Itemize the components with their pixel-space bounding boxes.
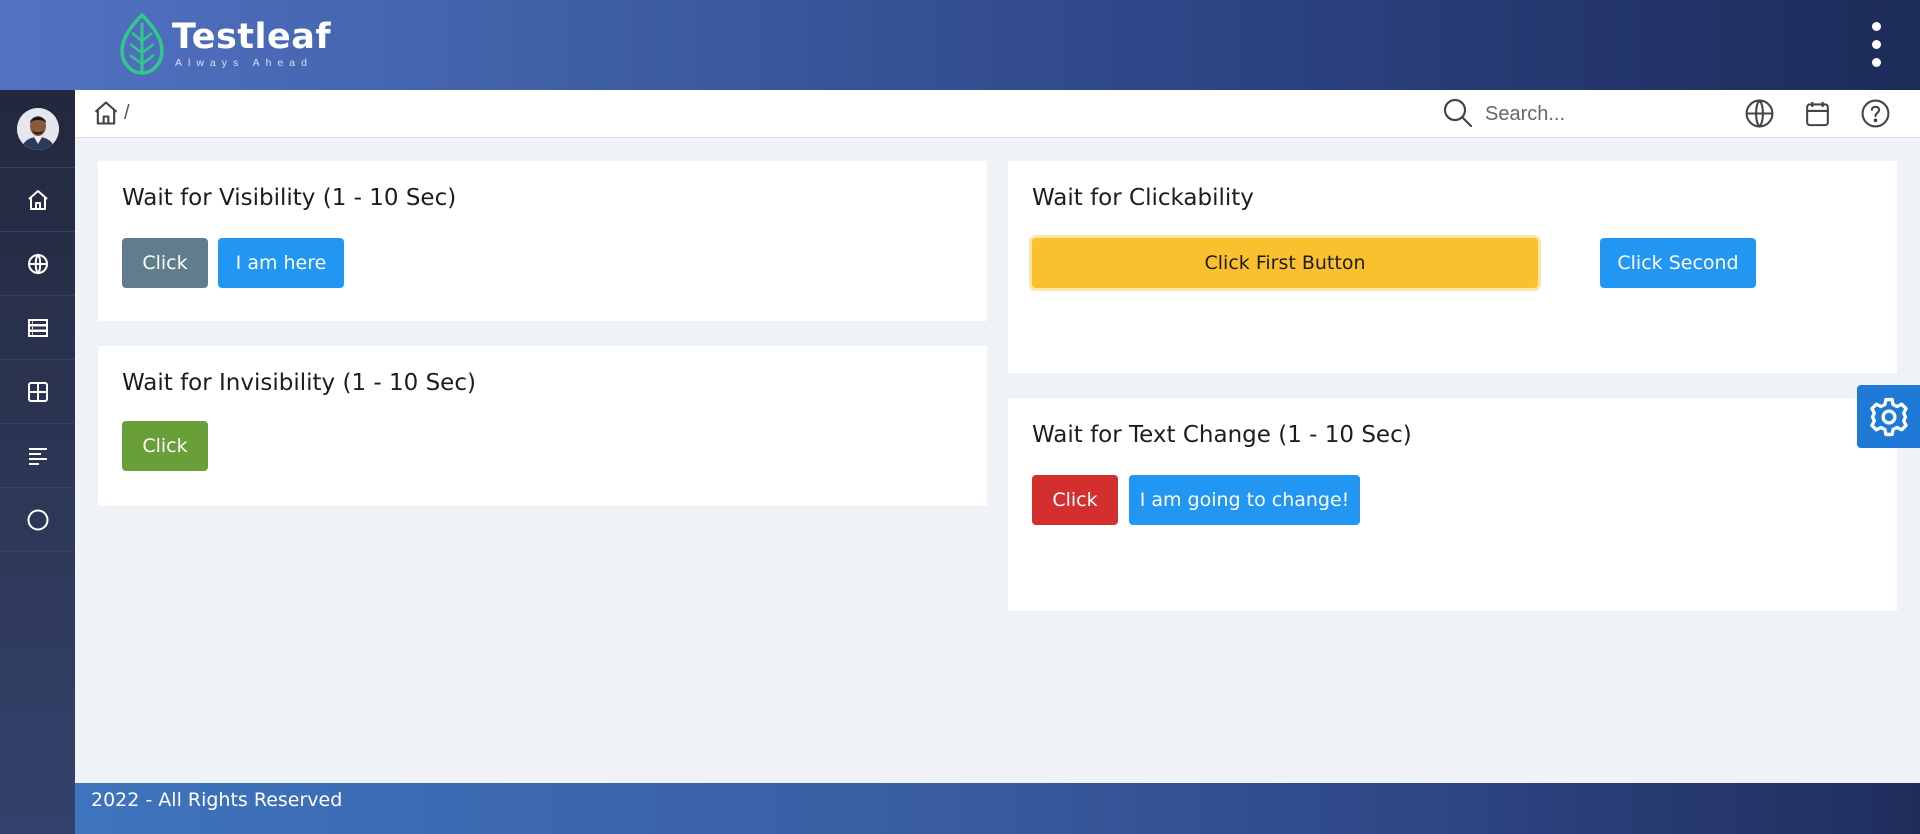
settings-tab[interactable] [1857,385,1920,448]
logo-name: Testleaf [172,17,332,57]
text-change-card-title: Wait for Text Change (1 - 10 Sec) [1032,422,1412,448]
sidebar-item-home[interactable] [0,168,75,232]
top-header: Testleaf Always Ahead [0,0,1920,90]
invisibility-card-title: Wait for Invisibility (1 - 10 Sec) [122,370,476,396]
more-vertical-icon[interactable] [1868,20,1884,70]
sidebar-item-circle[interactable] [0,488,75,552]
sidebar-item-grid[interactable] [0,360,75,424]
grid-icon [27,381,48,402]
server-icon [27,318,48,337]
avatar[interactable] [16,107,59,150]
clickability-card-title: Wait for Clickability [1032,185,1254,211]
visibility-card: Wait for Visibility (1 - 10 Sec) Click I… [98,161,987,321]
breadcrumb-toolbar: / [75,90,1920,138]
logo-tagline: Always Ahead [175,57,313,69]
globe-icon[interactable] [1744,98,1775,129]
help-icon[interactable] [1860,98,1891,129]
footer: 2022 - All Rights Reserved [75,783,1920,834]
text-change-card: Wait for Text Change (1 - 10 Sec) Click … [1008,398,1897,611]
text-change-click-button[interactable]: Click [1032,475,1118,525]
footer-copyright: 2022 - All Rights Reserved [91,789,343,811]
home-icon [27,189,48,210]
click-second-button[interactable]: Click Second [1600,238,1756,288]
breadcrumb: / [92,99,130,127]
invisibility-card: Wait for Invisibility (1 - 10 Sec) Click [98,346,987,506]
align-left-icon [28,447,47,465]
leaf-logo-icon [120,13,164,75]
visibility-click-button[interactable]: Click [122,238,208,288]
breadcrumb-separator: / [124,101,130,124]
sidebar-item-align-left[interactable] [0,424,75,488]
invisibility-click-button[interactable]: Click [122,421,208,471]
click-first-button[interactable]: Click First Button [1032,238,1538,288]
testleaf-logo[interactable]: Testleaf Always Ahead [120,12,331,76]
sidebar [0,90,75,834]
globe-icon [27,253,48,274]
search-icon[interactable] [1442,97,1474,129]
sidebar-item-server[interactable] [0,296,75,360]
i-am-here-button[interactable]: I am here [218,238,344,288]
gear-icon [1869,397,1908,436]
sidebar-item-globe[interactable] [0,232,75,296]
search-input[interactable] [1485,98,1705,130]
avatar-container [0,90,75,168]
clickability-card: Wait for Clickability Click First Button… [1008,161,1897,373]
circle-icon [27,509,48,530]
home-icon[interactable] [92,99,120,127]
visibility-card-title: Wait for Visibility (1 - 10 Sec) [122,185,457,211]
calendar-icon[interactable] [1802,98,1833,129]
changing-text-button[interactable]: I am going to change! [1129,475,1360,525]
